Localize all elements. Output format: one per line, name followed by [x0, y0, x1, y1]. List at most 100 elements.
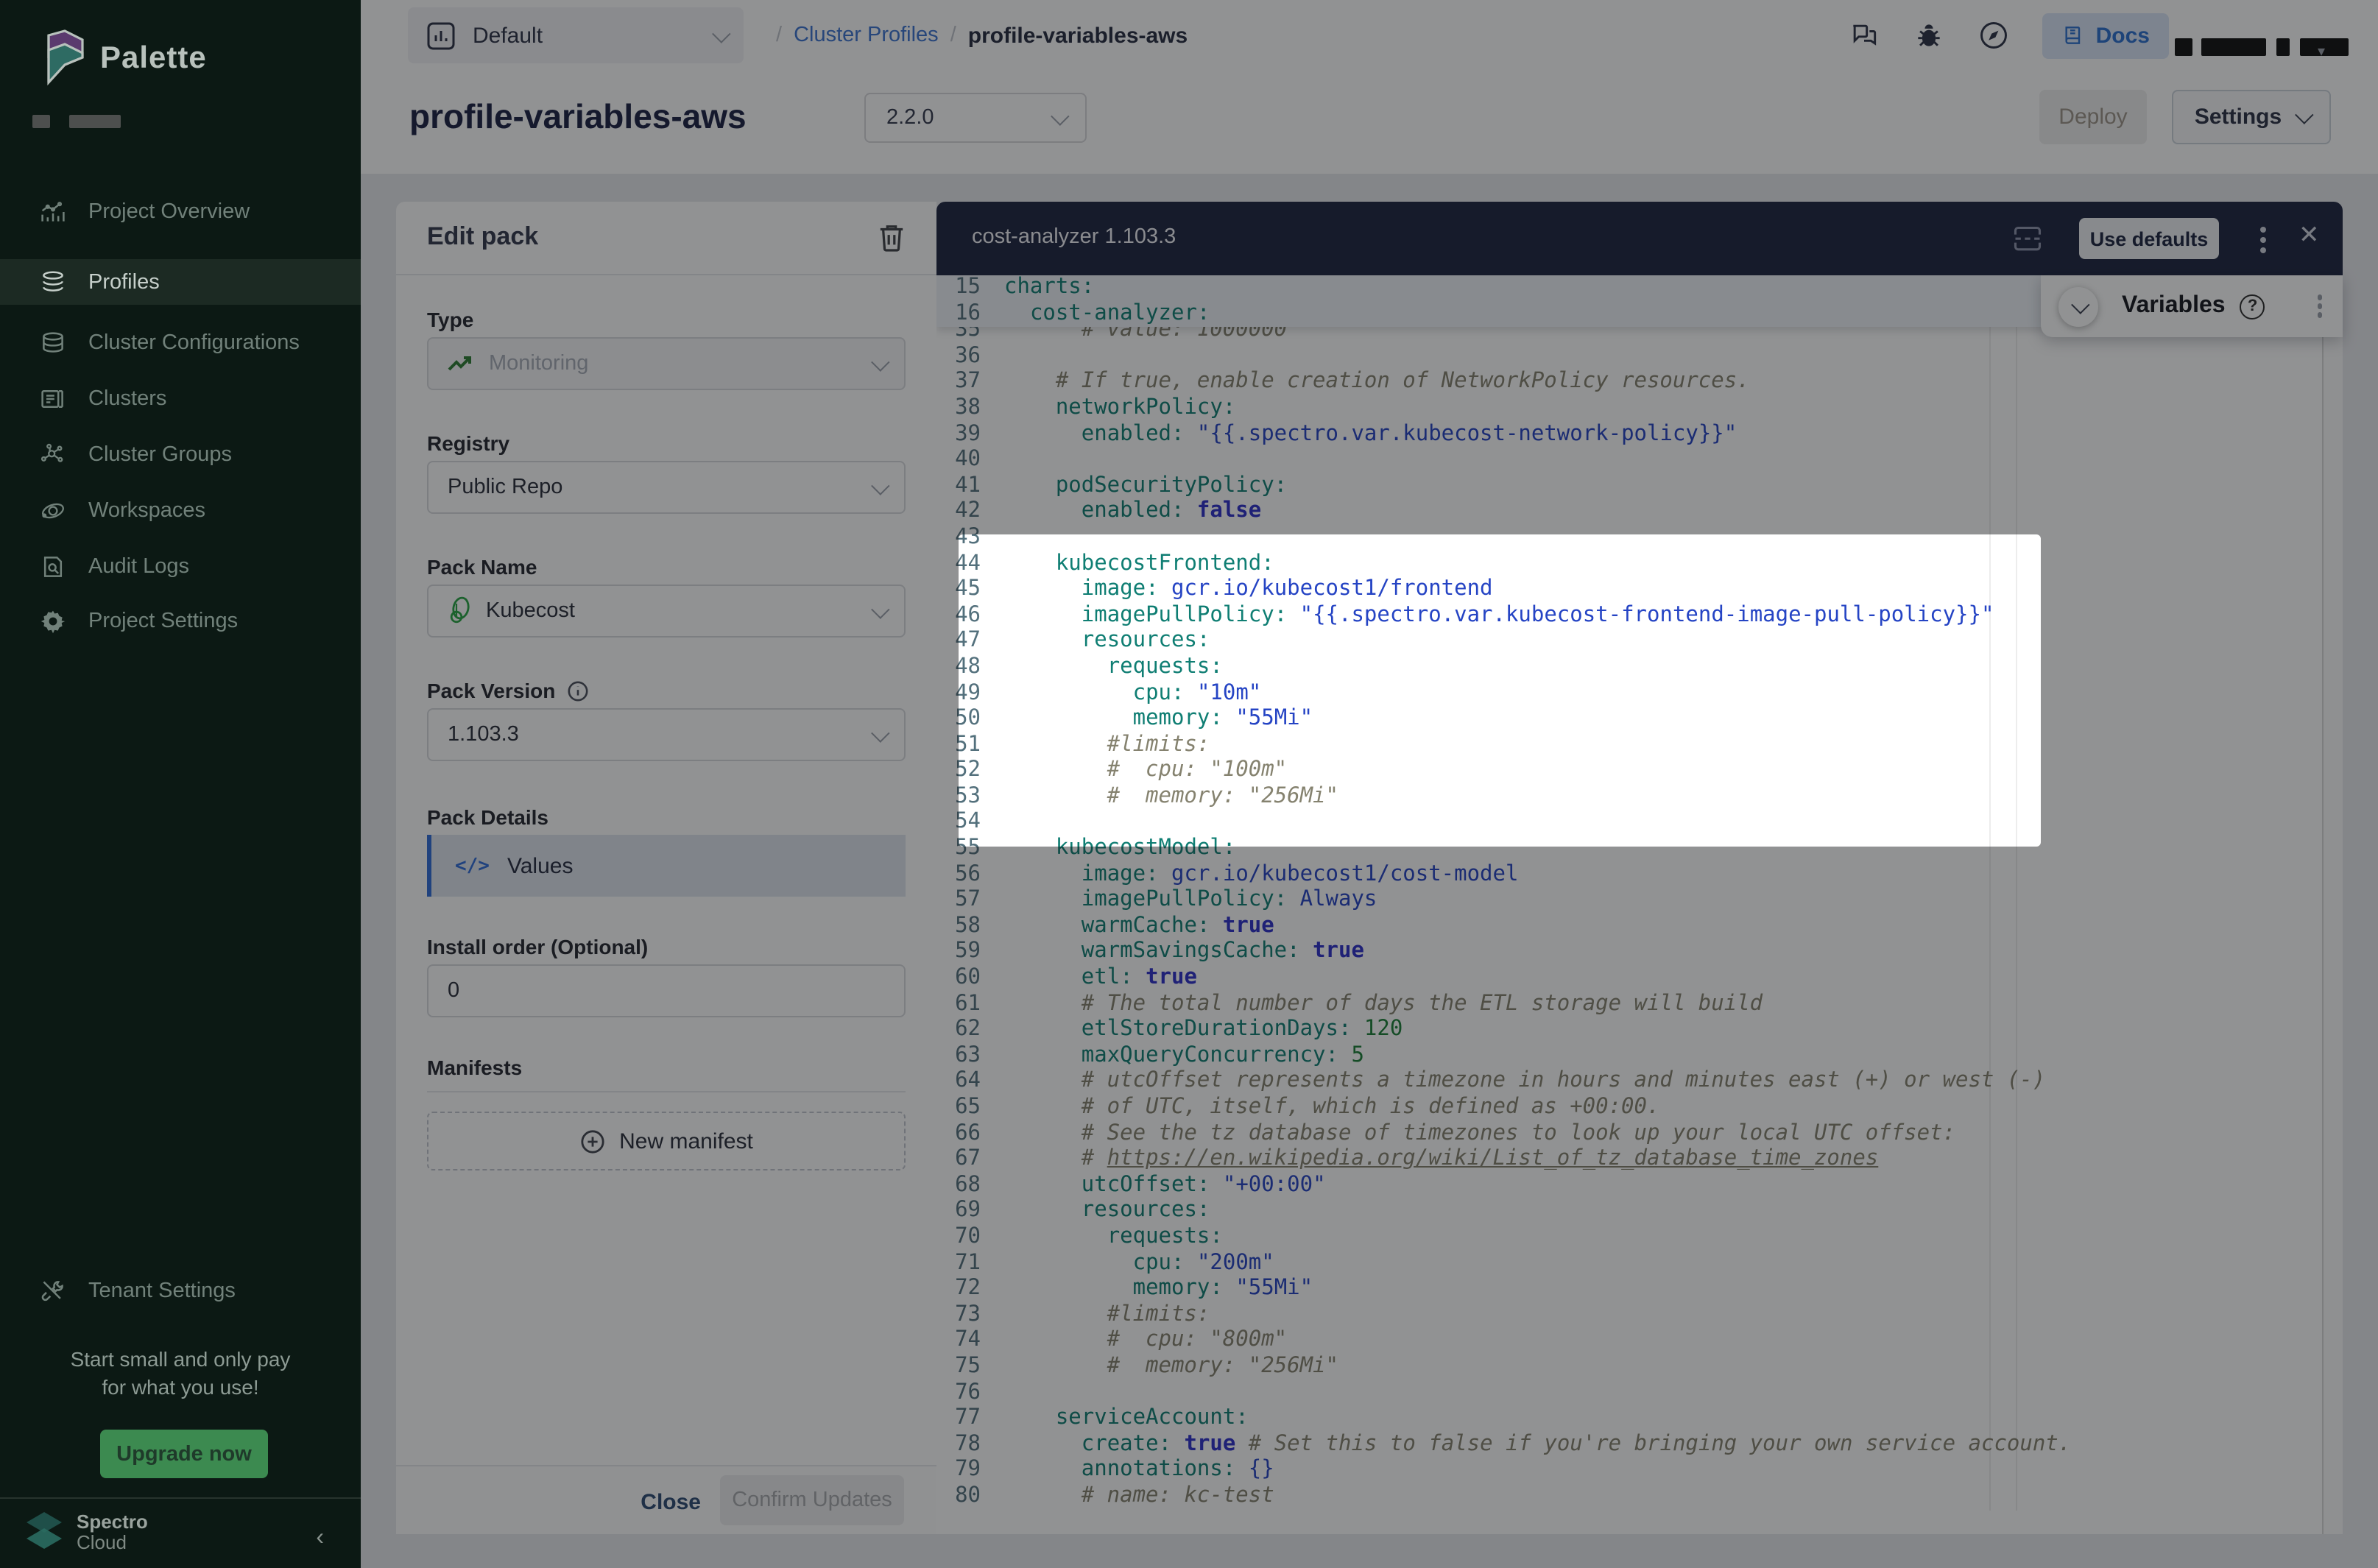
code-line-78[interactable]: 78 create: true # Set this to false if y…: [936, 1432, 2322, 1458]
code-line-65[interactable]: 65 # of UTC, itself, which is defined as…: [936, 1095, 2322, 1121]
code-line-63[interactable]: 63 maxQueryConcurrency: 5: [936, 1044, 2322, 1070]
palette-logo[interactable]: Palette: [44, 29, 207, 88]
line-number: 79: [936, 1458, 1004, 1484]
code-line-64[interactable]: 64 # utcOffset represents a timezone in …: [936, 1070, 2322, 1095]
registry-select[interactable]: Public Repo: [427, 461, 906, 514]
user-menu-caret-icon[interactable]: ▾: [2318, 44, 2325, 60]
code-line-77[interactable]: 77 serviceAccount:: [936, 1406, 2322, 1432]
code-line-59[interactable]: 59 warmSavingsCache: true: [936, 940, 2322, 966]
code-line-44[interactable]: 44 kubecostFrontend:: [936, 551, 2322, 577]
code-line-72[interactable]: 72 memory: "55Mi": [936, 1276, 2322, 1302]
type-value: Monitoring: [489, 352, 857, 375]
code-line-66[interactable]: 66 # See the tz database of timezones to…: [936, 1121, 2322, 1147]
code-line-74[interactable]: 74 # cpu: "800m": [936, 1329, 2322, 1355]
pack-version-select[interactable]: 1.103.3: [427, 708, 906, 761]
sidebar-item-audit-logs[interactable]: Audit Logs: [0, 543, 361, 589]
code-line-60[interactable]: 60 etl: true: [936, 966, 2322, 992]
code-line-70[interactable]: 70 requests:: [936, 1225, 2322, 1251]
code-line-47[interactable]: 47 resources:: [936, 629, 2322, 655]
compare-diff-icon[interactable]: [2011, 224, 2044, 253]
code-line-53[interactable]: 53 # memory: "256Mi": [936, 785, 2322, 811]
settings-button-label: Settings: [2195, 105, 2282, 130]
code-line-46[interactable]: 46 imagePullPolicy: "{{.spectro.var.kube…: [936, 603, 2322, 629]
code-line-40[interactable]: 40: [936, 448, 2322, 473]
sidebar-item-profiles[interactable]: Profiles: [0, 259, 361, 305]
code-line-49[interactable]: 49 cpu: "10m": [936, 681, 2322, 707]
code-line-57[interactable]: 57 imagePullPolicy: Always: [936, 889, 2322, 914]
line-number: 69: [936, 1199, 1004, 1225]
manifests-divider: [427, 1091, 906, 1092]
settings-button[interactable]: Settings: [2172, 90, 2331, 144]
trash-icon[interactable]: [878, 222, 906, 253]
editor-kebab-menu-icon[interactable]: [2260, 222, 2266, 258]
pack-name-select[interactable]: Kubecost: [427, 585, 906, 638]
code-line-62[interactable]: 62 etlStoreDurationDays: 120: [936, 1017, 2322, 1043]
code-line-54[interactable]: 54: [936, 811, 2322, 836]
code-line-52[interactable]: 52 # cpu: "100m": [936, 759, 2322, 785]
deploy-button[interactable]: Deploy: [2039, 90, 2147, 144]
sidebar-item-workspaces[interactable]: Workspaces: [0, 487, 361, 533]
confirm-updates-button[interactable]: Confirm Updates: [720, 1475, 904, 1525]
code-line-58[interactable]: 58 warmCache: true: [936, 914, 2322, 940]
palette-app: Default / Cluster Profiles / profile-var…: [0, 0, 2378, 1568]
code-line-71[interactable]: 71 cpu: "200m": [936, 1251, 2322, 1276]
sidebar-item-tenant-settings[interactable]: Tenant Settings: [0, 1268, 361, 1313]
feedback-chat-icon[interactable]: [1849, 19, 1881, 52]
profile-version-select[interactable]: 2.2.0: [864, 93, 1087, 143]
sidebar-item-project-settings[interactable]: Project Settings: [0, 598, 361, 643]
code-line-56[interactable]: 56 image: gcr.io/kubecost1/cost-model: [936, 862, 2322, 888]
plus-circle-icon: [579, 1129, 604, 1154]
variables-collapse-button[interactable]: [2058, 286, 2098, 326]
code-line-73[interactable]: 73 #limits:: [936, 1303, 2322, 1329]
code-line-79[interactable]: 79 annotations: {}: [936, 1458, 2322, 1484]
code-line-36[interactable]: 36: [936, 345, 2322, 370]
code-line-50[interactable]: 50 memory: "55Mi": [936, 707, 2322, 732]
close-button[interactable]: Close: [641, 1480, 701, 1524]
code-line-43[interactable]: 43: [936, 526, 2322, 551]
code-line-67[interactable]: 67 # https://en.wikipedia.org/wiki/List_…: [936, 1147, 2322, 1173]
sidebar-item-clusters[interactable]: Clusters: [0, 375, 361, 421]
help-icon[interactable]: ?: [2240, 294, 2265, 319]
code-area[interactable]: 35 # value: 10000003637 # If true, enabl…: [936, 275, 2343, 1534]
line-number: 15: [936, 275, 1004, 301]
code-line-42[interactable]: 42 enabled: false: [936, 500, 2322, 526]
code-line-69[interactable]: 69 resources:: [936, 1199, 2322, 1225]
docs-button[interactable]: Docs: [2043, 13, 2169, 58]
sidebar-item-cluster-groups[interactable]: Cluster Groups: [0, 431, 361, 477]
edit-pack-title: Edit pack: [427, 222, 538, 252]
code-line-37[interactable]: 37 # If true, enable creation of Network…: [936, 370, 2322, 396]
compass-icon[interactable]: [1978, 19, 2011, 52]
line-number: 65: [936, 1095, 1004, 1121]
breadcrumb-link-cluster-profiles[interactable]: Cluster Profiles: [794, 24, 939, 47]
type-select[interactable]: Monitoring: [427, 337, 906, 390]
code-line-38[interactable]: 38 networkPolicy:: [936, 396, 2322, 422]
sidebar-item-project-overview[interactable]: Project Overview: [0, 188, 361, 234]
code-line-48[interactable]: 48 requests:: [936, 655, 2322, 681]
pack-details-values-item[interactable]: </> Values: [427, 835, 906, 897]
code-line-75[interactable]: 75 # memory: "256Mi": [936, 1355, 2322, 1380]
code-line-51[interactable]: 51 #limits:: [936, 732, 2322, 758]
editor-close-icon[interactable]: ✕: [2298, 221, 2320, 250]
upgrade-now-button[interactable]: Upgrade now: [100, 1430, 268, 1478]
use-defaults-button[interactable]: Use defaults: [2079, 218, 2219, 259]
code-line-41[interactable]: 41 podSecurityPolicy:: [936, 474, 2322, 500]
code-line-55[interactable]: 55 kubecostModel:: [936, 836, 2322, 862]
code-line-80[interactable]: 80 # name: kc-test: [936, 1484, 2322, 1510]
info-icon[interactable]: [567, 679, 589, 702]
sidebar-item-cluster-configurations[interactable]: Cluster Configurations: [0, 319, 361, 365]
sidebar-item-label: Cluster Groups: [88, 442, 232, 466]
code-line-68[interactable]: 68 utcOffset: "+00:00": [936, 1173, 2322, 1199]
install-order-input[interactable]: [427, 964, 906, 1017]
project-selector[interactable]: Default: [408, 7, 744, 63]
code-line-39[interactable]: 39 enabled: "{{.spectro.var.kubecost-net…: [936, 422, 2322, 448]
code-line-76[interactable]: 76: [936, 1380, 2322, 1406]
sidebar-collapse-icon[interactable]: ‹: [316, 1525, 324, 1552]
editor-scrollbar[interactable]: [2322, 275, 2343, 1534]
palette-logo-icon: [44, 29, 85, 88]
code-line-45[interactable]: 45 image: gcr.io/kubecost1/frontend: [936, 577, 2322, 603]
code-line-61[interactable]: 61 # The total number of days the ETL st…: [936, 992, 2322, 1017]
variables-kebab-menu-icon[interactable]: [2317, 292, 2322, 322]
sidebar-item-label: Audit Logs: [88, 554, 189, 578]
new-manifest-button[interactable]: New manifest: [427, 1112, 906, 1170]
bug-report-icon[interactable]: [1913, 19, 1946, 52]
